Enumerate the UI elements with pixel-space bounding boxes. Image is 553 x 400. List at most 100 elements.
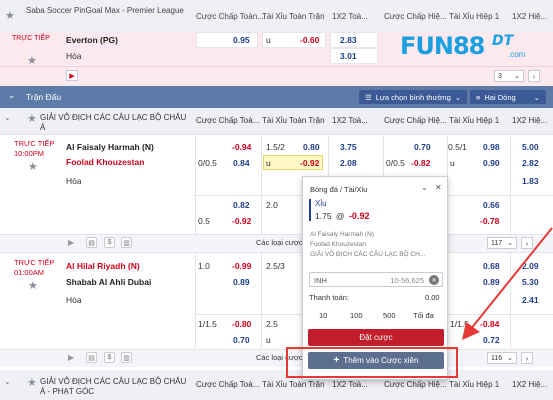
h1-ou-odd[interactable]: 0.66 — [483, 200, 500, 210]
play-icon[interactable]: ▶ — [66, 70, 78, 81]
chip-10[interactable]: 10 — [319, 311, 327, 320]
hdp-odd[interactable]: -0.92 — [232, 216, 251, 226]
play-icon[interactable]: ▶ — [68, 353, 74, 362]
logo-sub: .com — [508, 50, 526, 59]
stake-range: 10-56,625 — [390, 276, 424, 285]
chip-max[interactable]: Tối đa — [413, 311, 434, 320]
lines-icon: ≡ — [476, 92, 481, 102]
more-bets-count[interactable]: 3 ⌄ — [494, 70, 524, 82]
hdp-odd[interactable]: 0.89 — [233, 277, 250, 287]
ou-line: 2.5 — [266, 319, 278, 329]
star-icon[interactable]: ★ — [5, 9, 15, 22]
star-icon[interactable]: ★ — [28, 279, 38, 292]
clear-icon[interactable]: ✕ — [429, 275, 439, 285]
h1-x-odd[interactable]: 5.00 — [522, 142, 539, 152]
lines-select[interactable]: ≡ Hai Dòng ⌄ — [470, 90, 546, 104]
filter-select[interactable]: ☰ Lựa chọn bình thường ⌄ — [359, 90, 467, 104]
hdp-odd[interactable]: 0.70 — [233, 335, 250, 345]
logo-main: FUN88 — [400, 32, 485, 60]
x-draw-odd[interactable]: 3.01 — [340, 51, 357, 61]
x-away-odd[interactable]: 2.08 — [340, 158, 357, 168]
col-ou-ft: Tài Xỉu Toàn Trận — [262, 11, 325, 21]
draw-label: Hòa — [66, 176, 82, 186]
logo-sup: DT — [492, 33, 514, 49]
dollar-icon[interactable]: $ — [104, 237, 115, 248]
collapse-icon[interactable]: ⌄ — [4, 377, 11, 386]
ou-odd[interactable]: 0.80 — [303, 142, 320, 152]
draw-label: Hòa — [66, 51, 82, 61]
expand-icon[interactable]: › — [521, 352, 533, 364]
chip-500[interactable]: 500 — [383, 311, 396, 320]
ou-odd[interactable]: -0.60 — [300, 35, 319, 45]
live-status: TRỰC TIẾP — [12, 35, 50, 42]
count-value: 116 — [491, 354, 503, 362]
betslip-title: Bóng đá / Tài/Xỉu — [310, 185, 368, 194]
close-icon[interactable]: ✕ — [435, 183, 442, 192]
stake-input[interactable]: INH 10-56,625 ✕ — [309, 272, 443, 287]
col-1x2-h1: 1X2 Hiệ... — [512, 380, 548, 389]
ou-under-label: u — [266, 335, 271, 345]
place-bet-button[interactable]: Đặt cược — [308, 329, 444, 346]
collapse-icon[interactable]: ⌄ — [4, 113, 11, 122]
h1-under-label: u — [450, 158, 455, 168]
chip-100[interactable]: 100 — [350, 311, 363, 320]
ou-odd[interactable]: -0.92 — [300, 158, 319, 168]
bet-league: GIẢI VÔ ĐỊCH CÁC CÂU LẠC BỘ CH... — [310, 251, 426, 258]
hdp-odd[interactable]: -0.80 — [232, 319, 251, 329]
h1-ou-odd[interactable]: -0.78 — [480, 216, 499, 226]
h1-hdp-odd[interactable]: -0.82 — [411, 158, 430, 168]
col-ou-ft: Tài Xỉu Toàn Trận — [262, 380, 325, 389]
fun88-logo: FUN88 DT .com — [398, 30, 538, 66]
star-icon[interactable]: ★ — [27, 376, 37, 389]
live-status: TRỰC TIẾP — [14, 139, 55, 148]
star-icon[interactable]: ★ — [27, 112, 37, 125]
hdp-odd[interactable]: 0.82 — [233, 200, 250, 210]
collapse-icon[interactable]: ⌄ — [8, 90, 16, 101]
lines-value: Hai Dòng — [484, 92, 516, 102]
team-away: Shabab Al Ahli Dubai — [66, 277, 152, 287]
ou-under-label: u — [266, 35, 271, 45]
league-title: GIẢI VÔ ĐỊCH CÁC CÂU LẠC BỘ CHÂU Á — [40, 113, 187, 132]
h1-ou-odd[interactable]: 0.98 — [483, 142, 500, 152]
payout-value: 0.00 — [425, 293, 440, 302]
more-bets-count[interactable]: 116 ⌄ — [487, 352, 517, 364]
chevron-down-icon[interactable]: ⌄ — [421, 183, 428, 192]
place-bet-label: Đặt cược — [359, 333, 393, 342]
play-icon[interactable]: ▶ — [68, 238, 74, 247]
hdp-odd[interactable]: 0.84 — [233, 158, 250, 168]
h1-hdp-odd[interactable]: 0.70 — [414, 142, 431, 152]
selection-marker — [309, 199, 311, 221]
league-title: Saba Soccer PinGoal Max - Premier League — [26, 6, 184, 15]
hdp-odd[interactable]: -0.99 — [232, 261, 251, 271]
hdp-line: 1/1.5 — [198, 319, 217, 329]
h1-ou-odd[interactable]: 0.90 — [483, 158, 500, 168]
col-1x2-ft: 1X2 Toà... — [332, 11, 368, 21]
col-1x2-ft: 1X2 Toà... — [332, 380, 368, 389]
x-home-odd[interactable]: 2.83 — [340, 35, 357, 45]
stats-icon[interactable]: ▤ — [86, 237, 97, 248]
col-hdp-ft: Cược Chấp Toàn... — [196, 11, 264, 21]
team-home: Al Faisaly Harmah (N) — [66, 142, 154, 152]
section-title: Trận Đấu — [26, 92, 62, 102]
ou-line: 1.5/2 — [266, 142, 285, 152]
chart-icon[interactable]: ▥ — [121, 237, 132, 248]
stats-icon[interactable]: ▤ — [86, 352, 97, 363]
match-toolbar — [0, 66, 553, 86]
chevron-down-icon: ⌄ — [454, 92, 461, 102]
h1-x-odd[interactable]: 2.82 — [522, 158, 539, 168]
col-hdp-h1: Cược Chấp Hiệ... — [384, 380, 447, 389]
h1-x-draw-odd[interactable]: 1.83 — [522, 176, 539, 186]
x-home-odd[interactable]: 3.75 — [340, 142, 357, 152]
expand-icon[interactable]: › — [528, 70, 540, 82]
col-1x2-h1: 1X2 Hiệ... — [512, 116, 548, 125]
hdp-odd[interactable]: 0.95 — [233, 35, 250, 45]
chart-icon[interactable]: ▥ — [121, 352, 132, 363]
col-ou-h1: Tài Xỉu Hiệp 1 — [449, 11, 500, 21]
col-ou-ft: Tài Xỉu Toàn Trận — [262, 116, 325, 125]
star-icon[interactable]: ★ — [28, 160, 38, 173]
h1-hdp-line: 0/0.5 — [386, 158, 405, 168]
chevron-down-icon: ⌄ — [507, 355, 513, 362]
hdp-odd[interactable]: -0.94 — [232, 142, 251, 152]
dollar-icon[interactable]: $ — [104, 352, 115, 363]
more-bets-label[interactable]: Các loại cược — [256, 238, 303, 247]
